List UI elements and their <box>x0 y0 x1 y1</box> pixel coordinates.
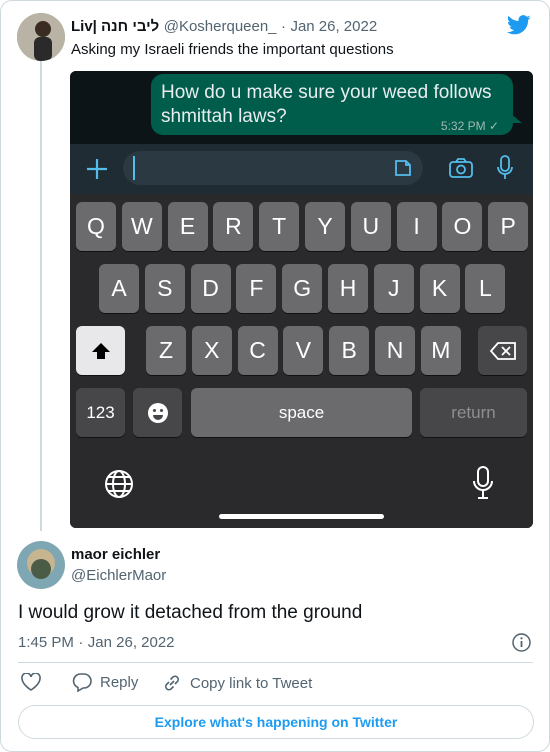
message-input[interactable] <box>123 151 423 185</box>
reply-date[interactable]: Jan 26, 2022 <box>88 634 175 651</box>
microphone-icon[interactable] <box>496 155 514 181</box>
key-l[interactable]: L <box>465 264 506 313</box>
key-h[interactable]: H <box>328 264 368 313</box>
twitter-bird-icon[interactable] <box>507 15 531 35</box>
tweet-text: Asking my Israeli friends the important … <box>71 41 394 58</box>
reply-time[interactable]: 1:45 PM <box>18 634 74 651</box>
tweet-date[interactable]: Jan 26, 2022 <box>290 18 377 35</box>
tweet-card: Liv| ליבי חנה @Kosherqueen_ · Jan 26, 20… <box>0 0 550 752</box>
return-key[interactable]: return <box>420 388 527 437</box>
copy-link-label: Copy link to Tweet <box>190 674 313 692</box>
thread-line <box>40 61 42 531</box>
key-m[interactable]: M <box>420 326 461 375</box>
reply-date-separator: · <box>78 634 84 651</box>
key-n[interactable]: N <box>375 326 415 375</box>
bubble-tail <box>510 113 522 123</box>
key-c[interactable]: C <box>237 326 278 375</box>
divider <box>18 662 533 663</box>
reply-author-handle[interactable]: @EichlerMaor <box>71 567 166 584</box>
home-indicator <box>219 514 384 519</box>
key-f[interactable]: F <box>236 264 277 313</box>
globe-icon[interactable] <box>104 469 134 499</box>
reply-text: I would grow it detached from the ground <box>18 602 363 623</box>
key-p[interactable]: P <box>488 202 529 251</box>
info-icon[interactable] <box>512 633 531 652</box>
keyboard: QWERTYUIOP ASDFGHJKL ZXCVBNM 123 space r… <box>70 194 533 528</box>
avatar-liv[interactable] <box>17 13 65 61</box>
numbers-key[interactable]: 123 <box>76 388 125 437</box>
key-i[interactable]: I <box>396 202 437 251</box>
reply-button[interactable]: Reply <box>72 673 138 692</box>
key-w[interactable]: W <box>121 202 162 251</box>
key-v[interactable]: V <box>283 326 324 375</box>
key-e[interactable]: E <box>167 202 208 251</box>
space-key[interactable]: space <box>191 388 412 437</box>
explore-button[interactable]: Explore what's happening on Twitter <box>18 705 534 739</box>
link-icon <box>165 675 179 691</box>
message-bubble: How do u make sure your weed follows shm… <box>151 74 513 135</box>
sticker-icon[interactable] <box>393 158 413 178</box>
avatar-maor[interactable] <box>17 541 65 589</box>
reply-icon <box>72 673 92 692</box>
like-button[interactable] <box>21 673 41 691</box>
key-g[interactable]: G <box>282 264 323 313</box>
text-cursor <box>133 156 135 180</box>
plus-icon[interactable] <box>86 158 108 180</box>
chat-input-bar <box>70 144 533 194</box>
message-time: 5:32 PM ✓ <box>440 119 499 133</box>
shift-icon <box>91 342 110 359</box>
key-j[interactable]: J <box>373 264 414 313</box>
key-y[interactable]: Y <box>305 202 345 251</box>
key-o[interactable]: O <box>442 202 483 251</box>
emoji-key[interactable] <box>133 388 182 437</box>
key-b[interactable]: B <box>329 326 370 375</box>
embedded-screenshot[interactable]: How do u make sure your weed follows shm… <box>70 71 533 528</box>
shift-key[interactable] <box>76 326 125 375</box>
key-r[interactable]: R <box>213 202 254 251</box>
key-d[interactable]: D <box>190 264 231 313</box>
heart-icon <box>21 673 41 691</box>
key-t[interactable]: T <box>259 202 300 251</box>
dictation-microphone-icon[interactable] <box>472 466 494 500</box>
key-q[interactable]: Q <box>76 202 116 251</box>
camera-icon[interactable] <box>448 157 474 179</box>
author-handle[interactable]: @Kosherqueen_ <box>164 18 277 35</box>
backspace-key[interactable] <box>478 326 527 375</box>
author-name[interactable]: Liv| ליבי חנה <box>71 18 159 35</box>
date-separator: · <box>280 18 286 35</box>
reply-label: Reply <box>100 674 139 691</box>
key-z[interactable]: Z <box>146 326 186 375</box>
key-k[interactable]: K <box>419 264 460 313</box>
emoji-icon <box>147 402 168 423</box>
key-s[interactable]: S <box>144 264 185 313</box>
reply-author-name[interactable]: maor eichler <box>71 546 160 563</box>
backspace-icon <box>489 341 516 360</box>
key-x[interactable]: X <box>191 326 232 375</box>
key-u[interactable]: U <box>350 202 391 251</box>
copy-link-button[interactable]: Copy link to Tweet <box>162 673 312 693</box>
key-a[interactable]: A <box>99 264 139 313</box>
